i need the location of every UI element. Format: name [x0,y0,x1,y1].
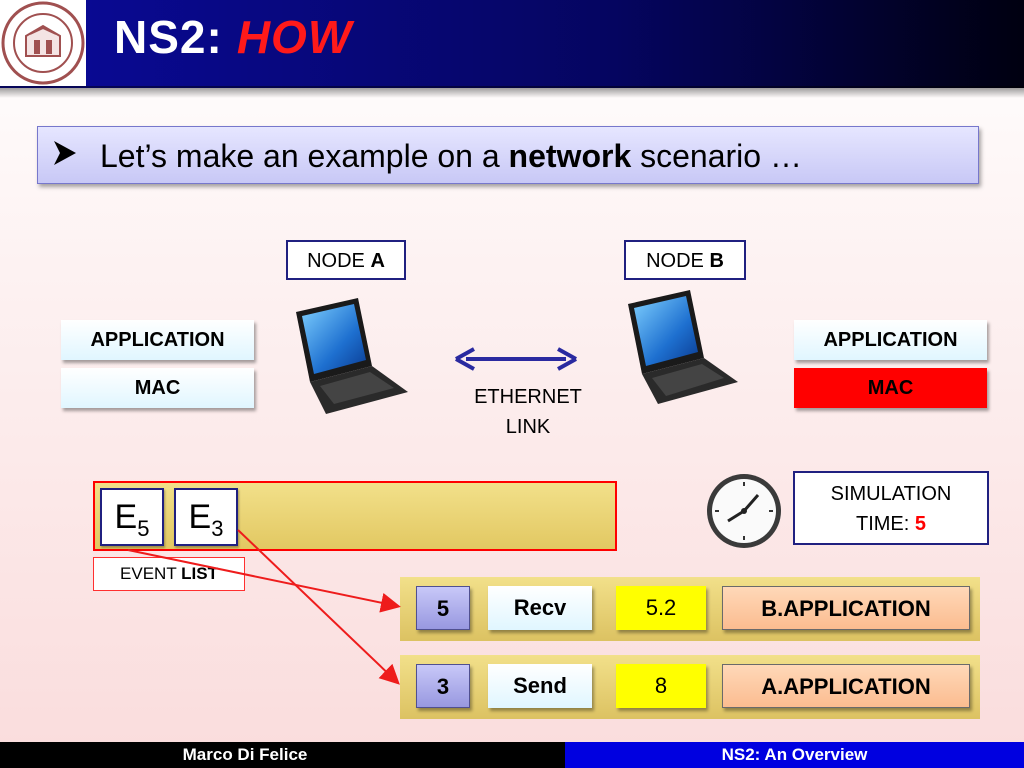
left-mac-layer: MAC [61,368,254,408]
simulation-line1: SIMULATION [830,483,952,505]
event-e3: E3 [174,488,238,546]
node-b-label: NODE B [624,240,746,280]
footer-topic: NS2: An Overview [565,742,1024,768]
right-mac-layer: MAC [794,368,987,408]
event-row-2-action: Send [488,664,592,708]
node-b-label-text: NODE [646,250,710,272]
double-arrow-icon [455,347,577,371]
ethernet-line2: LINK [505,416,551,438]
event-e5-letter: E [114,498,138,536]
simulation-time-value: 5 [914,513,926,535]
footer-bar: Marco Di Felice NS2: An Overview [0,742,1024,768]
event-e3-letter: E [188,498,212,536]
right-application-layer: APPLICATION [794,320,987,360]
header-shadow [0,86,1024,98]
event-list-label-text: EVENT [120,564,182,583]
title-accent: HOW [236,11,353,63]
e3-pointer-arrow [237,529,400,685]
event-row-2-destination: A.APPLICATION [722,664,970,708]
event-e3-sub: 3 [211,515,224,541]
bullet-box: Let’s make an example on a network scena… [37,126,979,184]
ethernet-link-label: ETHERNET LINK [448,382,608,442]
event-e5: E5 [100,488,164,546]
bullet-text-after: scenario … [631,138,802,174]
event-e5-sub: 5 [137,515,150,541]
event-row-2-id: 3 [416,664,470,708]
title-prefix: NS2: [114,11,223,63]
node-a-letter: A [370,250,385,272]
event-list-bar [93,481,617,551]
node-b-letter: B [709,250,724,272]
bullet-text-before: Let’s make an example on a [100,138,509,174]
left-application-layer: APPLICATION [61,320,254,360]
laptop-a-icon [296,298,408,414]
event-row-1-action: Recv [488,586,592,630]
simulation-time-box: SIMULATION TIME: 5 [793,471,989,545]
laptop-b-icon [628,290,738,404]
clock-icon [707,474,781,548]
event-list-label: EVENT LIST [93,557,245,591]
footer-author: Marco Di Felice [182,745,308,764]
simulation-line2: TIME: [855,513,915,535]
event-row-1-id: 5 [416,586,470,630]
event-row-1-destination: B.APPLICATION [722,586,970,630]
university-seal-icon [1,1,85,85]
event-row-2-time: 8 [616,664,706,708]
node-a-label: NODE A [286,240,406,280]
ethernet-line1: ETHERNET [474,386,582,408]
slide-title: NS2: HOW [114,10,352,64]
bullet-bold-word: network [508,138,632,174]
event-list-label-bold: LIST [181,564,218,583]
university-seal-logo [0,0,86,86]
node-a-label-text: NODE [307,250,371,272]
event-row-1-time: 5.2 [616,586,706,630]
bullet-arrow-icon [52,127,100,185]
